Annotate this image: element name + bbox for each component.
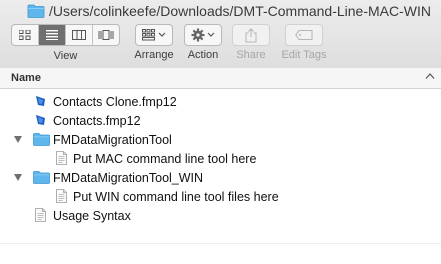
folder-icon [33, 133, 50, 146]
sort-ascending-icon[interactable] [425, 72, 435, 80]
file-name: Usage Syntax [53, 208, 131, 223]
view-label: View [53, 50, 78, 62]
folder-name: FMDataMigrationTool [53, 132, 172, 147]
list-item[interactable]: Put MAC command line tool here [0, 149, 441, 168]
path-title: /Users/colinkeefe/Downloads/DMT-Command-… [49, 3, 431, 19]
edit-tags-tool[interactable]: Edit Tags [277, 24, 331, 61]
edit-tags-label: Edit Tags [281, 49, 327, 61]
list-item[interactable]: Contacts Clone.fmp12 [0, 92, 441, 111]
text-document-icon [35, 208, 46, 222]
list-view-icon [46, 30, 58, 40]
filemaker-file-icon [36, 96, 45, 106]
disclosure-expanded-icon[interactable] [14, 136, 22, 143]
list-bottom-area [0, 243, 441, 264]
file-name: Put WIN command line tool files here [73, 189, 279, 204]
share-button[interactable] [232, 24, 270, 46]
filemaker-file-icon [36, 115, 45, 125]
list-item[interactable]: Contacts.fmp12 [0, 111, 441, 130]
share-label: Share [236, 49, 266, 61]
arrange-button[interactable] [135, 24, 173, 46]
gear-icon [191, 28, 215, 42]
list-view-button[interactable] [39, 25, 66, 45]
arrange-tool[interactable]: Arrange [132, 24, 176, 61]
icon-view-button[interactable] [12, 25, 39, 45]
icon-view-icon [19, 30, 31, 40]
file-name: Contacts Clone.fmp12 [53, 94, 177, 109]
share-icon [245, 27, 257, 42]
arrange-label: Arrange [134, 49, 174, 61]
action-tool[interactable]: Action [183, 24, 223, 61]
folder-icon [33, 171, 50, 184]
share-tool[interactable]: Share [231, 24, 271, 61]
text-document-icon [56, 189, 67, 203]
file-list: Contacts Clone.fmp12 Contacts.fmp12 FMDa… [0, 92, 441, 225]
action-label: Action [187, 49, 219, 61]
file-name: Contacts.fmp12 [53, 113, 141, 128]
cover-flow-icon [98, 30, 114, 40]
action-button[interactable] [184, 24, 222, 46]
list-item[interactable]: Put WIN command line tool files here [0, 187, 441, 206]
window-title: /Users/colinkeefe/Downloads/DMT-Command-… [27, 2, 431, 20]
arrange-grid-icon [142, 29, 166, 41]
column-header-bar: Name [0, 68, 441, 89]
list-item[interactable]: Usage Syntax [0, 206, 441, 225]
text-document-icon [56, 151, 67, 165]
tag-icon [295, 30, 313, 40]
folder-name: FMDataMigrationTool_WIN [53, 170, 204, 185]
folder-icon [27, 4, 45, 18]
column-view-icon [72, 30, 86, 40]
cover-flow-view-button[interactable] [93, 25, 119, 45]
column-header-name[interactable]: Name [11, 72, 41, 84]
list-item[interactable]: FMDataMigrationTool_WIN [0, 168, 441, 187]
file-name: Put MAC command line tool here [73, 151, 257, 166]
edit-tags-button[interactable] [285, 24, 323, 46]
list-item[interactable]: FMDataMigrationTool [0, 130, 441, 149]
view-mode-segmented-control[interactable] [11, 24, 120, 46]
column-view-button[interactable] [66, 25, 93, 45]
disclosure-expanded-icon[interactable] [14, 174, 22, 181]
